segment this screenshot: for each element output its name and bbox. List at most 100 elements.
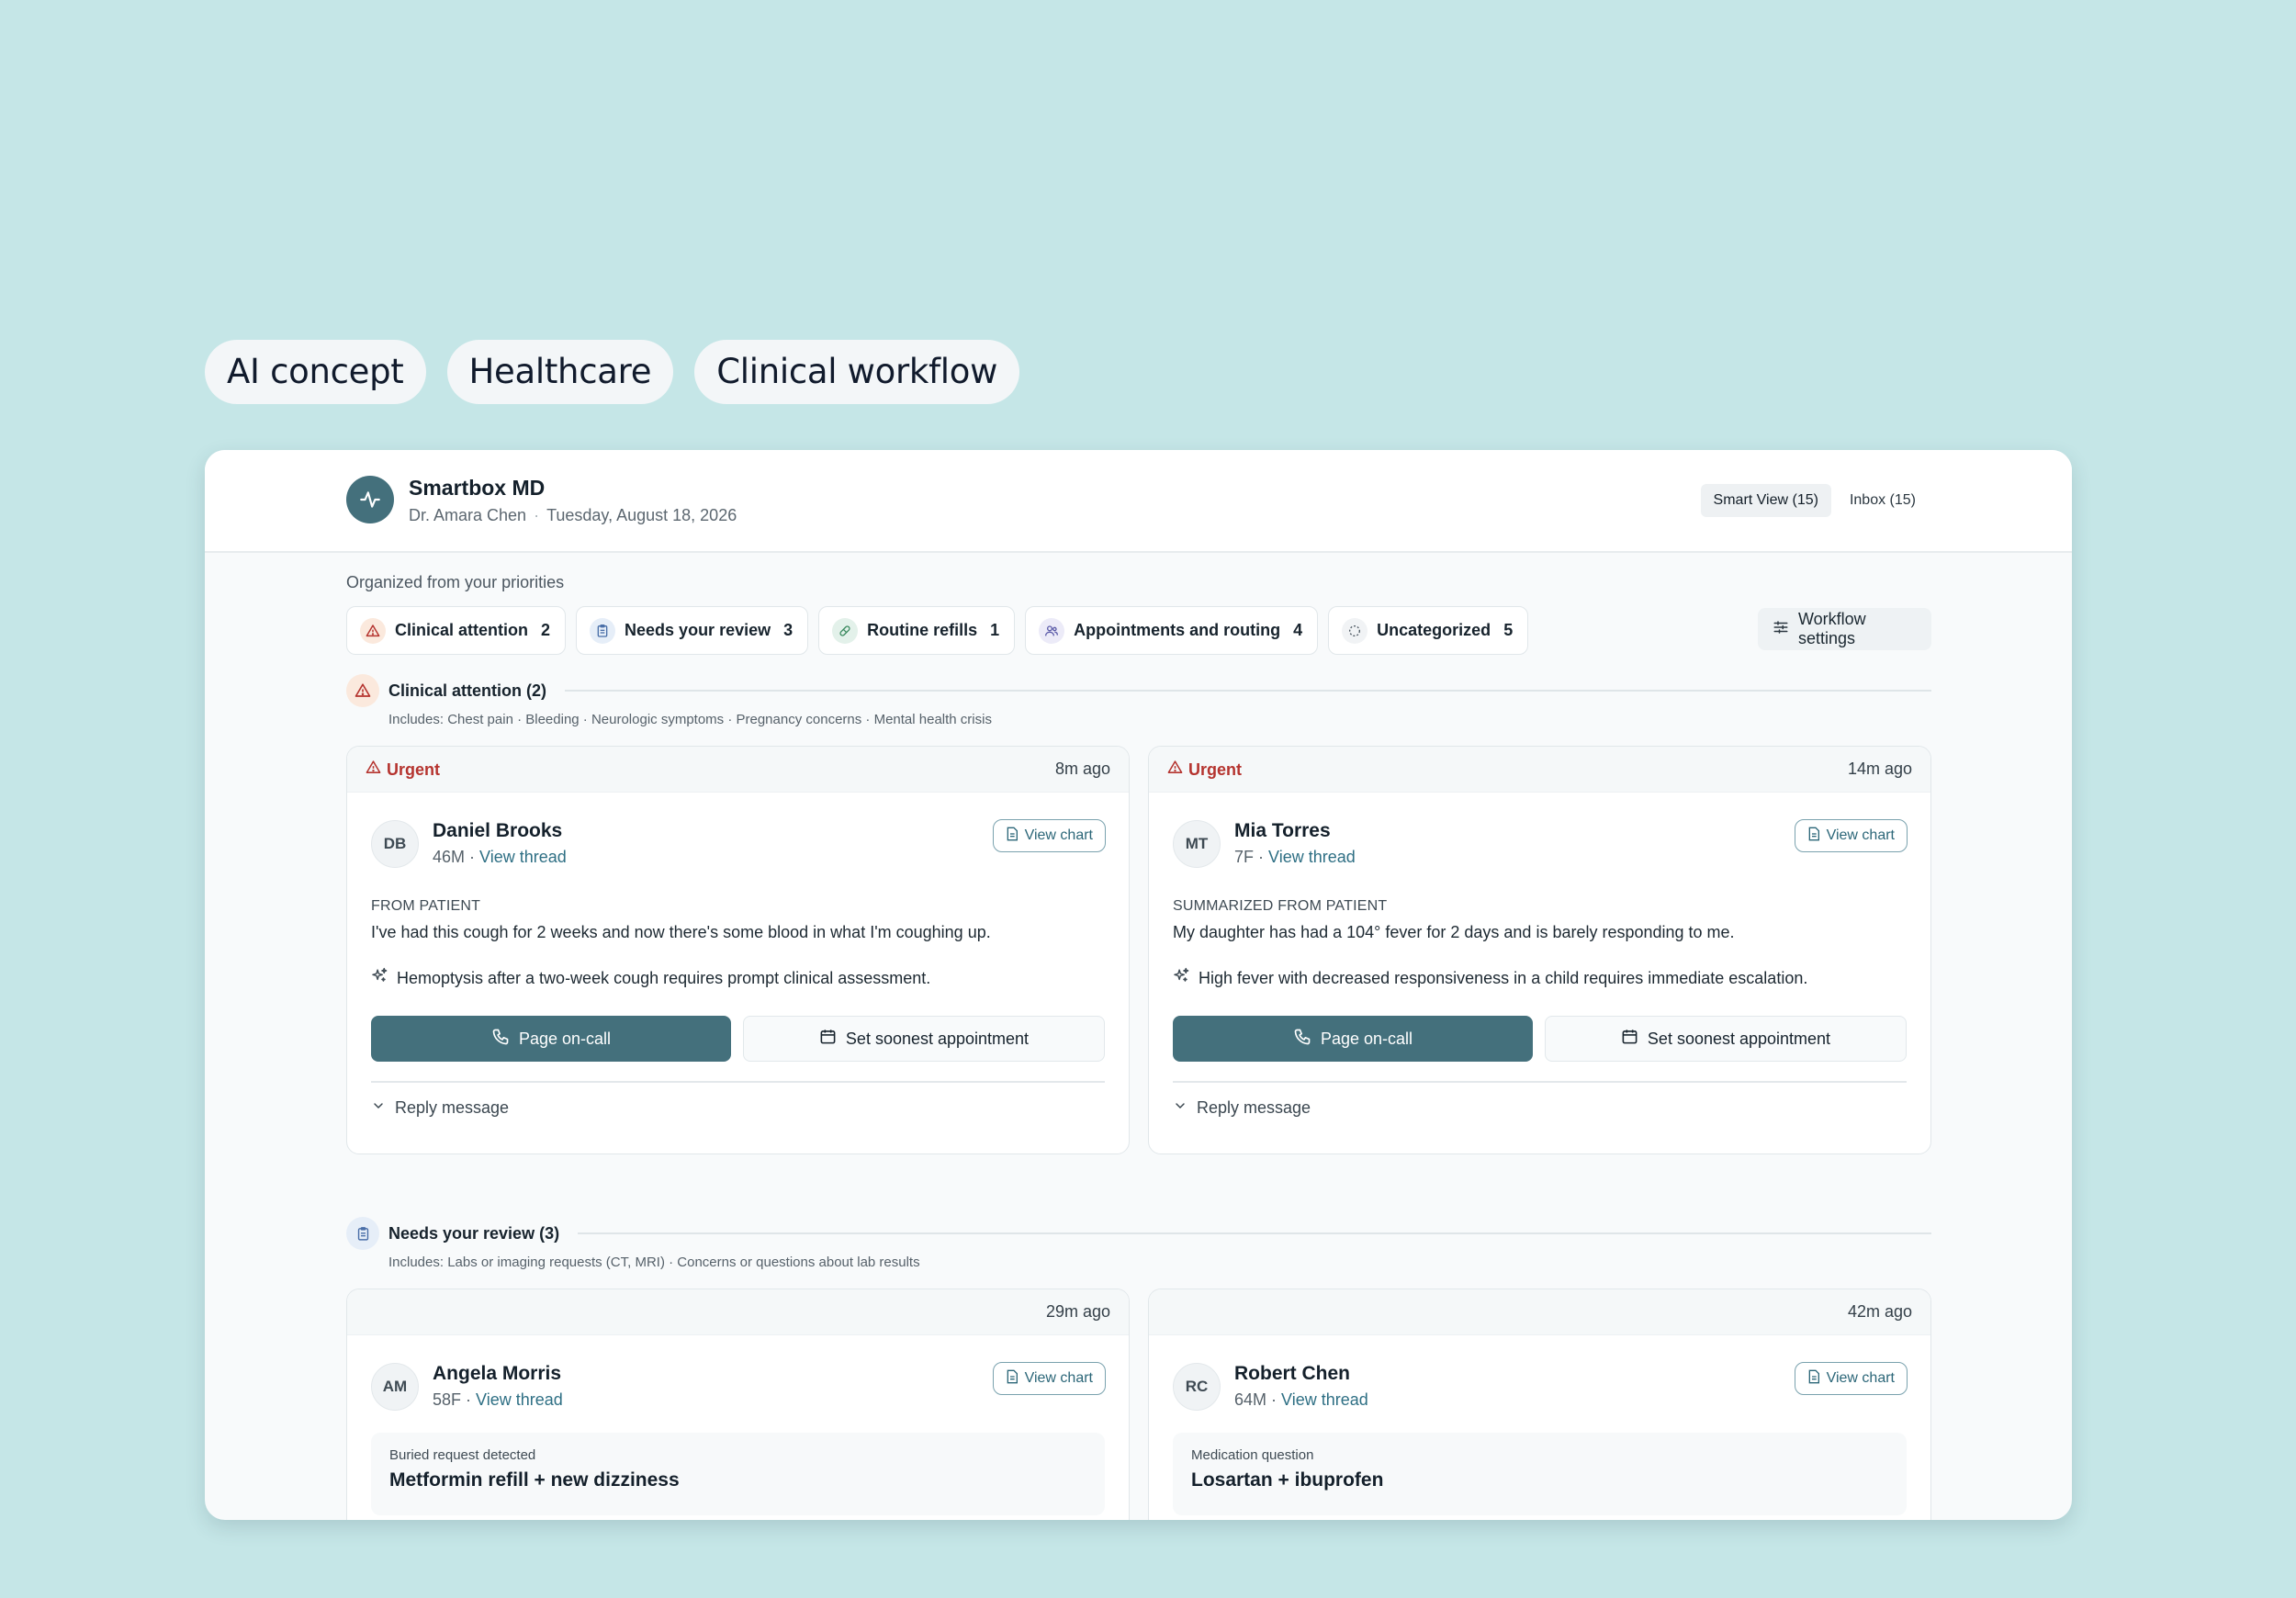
ai-summary: High fever with decreased responsiveness…	[1173, 967, 1807, 989]
avatar: AM	[371, 1363, 419, 1411]
patient-name: Daniel Brooks	[433, 820, 563, 841]
organized-label: Organized from your priorities	[346, 573, 565, 591]
avatar: RC	[1173, 1363, 1221, 1411]
view-chart-button[interactable]: View chart	[1794, 1362, 1908, 1395]
topic-tags: AI concept Healthcare Clinical workflow	[205, 340, 1020, 404]
clipboard-icon	[590, 617, 616, 644]
section-divider	[565, 690, 1931, 692]
people-icon	[1039, 617, 1065, 644]
category-filters: Clinical attention 2 Needs your review 3…	[346, 606, 1529, 655]
warning-icon	[346, 674, 379, 707]
phone-icon	[491, 1028, 510, 1051]
view-chart-button[interactable]: View chart	[992, 819, 1106, 852]
message-card: Urgent 8m ago DB Daniel Brooks 46M · Vie…	[346, 746, 1130, 1154]
page-on-call-button[interactable]: Page on-call	[1173, 1016, 1533, 1062]
request-label: Buried request detected	[389, 1447, 536, 1463]
filter-uncategorized[interactable]: Uncategorized 5	[1328, 606, 1529, 655]
page-on-call-button[interactable]: Page on-call	[371, 1016, 731, 1062]
sparkle-icon	[1173, 967, 1190, 989]
document-icon	[1006, 1369, 1019, 1389]
view-chart-button[interactable]: View chart	[1794, 819, 1908, 852]
section-needs-review: Needs your review (3)	[346, 1217, 1931, 1250]
message-source: SUMMARIZED FROM PATIENT	[1173, 898, 1388, 914]
message-card: Urgent 14m ago MT Mia Torres 7F · View t…	[1148, 746, 1931, 1154]
tag-clinical-workflow: Clinical workflow	[694, 340, 1020, 404]
section-title: Clinical attention (2)	[388, 681, 547, 700]
card-header: 42m ago	[1149, 1289, 1930, 1335]
reply-message-toggle[interactable]: Reply message	[1173, 1098, 1311, 1118]
message-card: 42m ago RC Robert Chen 64M · View thread…	[1148, 1289, 1931, 1520]
filter-routine-refills[interactable]: Routine refills 1	[818, 606, 1016, 655]
avatar: MT	[1173, 820, 1221, 868]
avatar: DB	[371, 820, 419, 868]
tab-smart-view[interactable]: Smart View (15)	[1700, 484, 1831, 517]
phone-icon	[1293, 1028, 1311, 1051]
chevron-down-icon	[1173, 1098, 1187, 1118]
filter-needs-review[interactable]: Needs your review 3	[576, 606, 809, 655]
request-title: Metformin refill + new dizziness	[389, 1469, 680, 1491]
workflow-settings-button[interactable]: Workflow settings	[1758, 608, 1931, 650]
app-subtitle: Dr. Amara Chen · Tuesday, August 18, 202…	[409, 506, 737, 524]
view-thread-link[interactable]: View thread	[1268, 848, 1356, 866]
dashed-circle-icon	[1342, 617, 1368, 644]
document-icon	[1807, 827, 1820, 846]
app-title: Smartbox MD	[409, 476, 546, 500]
card-divider	[371, 1081, 1105, 1083]
patient-name: Robert Chen	[1234, 1363, 1350, 1384]
sparkle-icon	[371, 967, 388, 989]
view-chart-button[interactable]: View chart	[992, 1362, 1106, 1395]
clipboard-icon	[346, 1217, 379, 1250]
document-icon	[1807, 1369, 1820, 1389]
urgent-badge: Urgent	[1167, 760, 1242, 780]
tag-healthcare: Healthcare	[446, 340, 674, 404]
message-time: 42m ago	[1847, 1302, 1912, 1321]
section-title: Needs your review (3)	[388, 1223, 560, 1243]
request-summary: Medication question Losartan + ibuprofen	[1173, 1433, 1907, 1515]
view-thread-link[interactable]: View thread	[1281, 1390, 1368, 1409]
patient-meta: 46M · View thread	[433, 848, 567, 866]
warning-icon	[1167, 760, 1183, 780]
ai-summary: Hemoptysis after a two-week cough requir…	[371, 967, 930, 989]
patient-message: I've had this cough for 2 weeks and now …	[371, 923, 991, 941]
view-thread-link[interactable]: View thread	[476, 1390, 563, 1409]
card-header: 29m ago	[347, 1289, 1129, 1335]
app-header: Smartbox MD Dr. Amara Chen · Tuesday, Au…	[205, 450, 2072, 553]
request-label: Medication question	[1191, 1447, 1314, 1463]
filter-clinical-attention[interactable]: Clinical attention 2	[346, 606, 567, 655]
doctor-name: Dr. Amara Chen	[409, 506, 527, 524]
urgent-badge: Urgent	[366, 760, 440, 780]
warning-icon	[366, 760, 381, 780]
message-source: FROM PATIENT	[371, 898, 481, 914]
message-time: 14m ago	[1847, 760, 1912, 778]
pill-icon	[832, 617, 859, 644]
section-includes: Includes: Labs or imaging requests (CT, …	[388, 1255, 920, 1270]
reply-message-toggle[interactable]: Reply message	[371, 1098, 509, 1118]
card-header: Urgent 14m ago	[1149, 747, 1930, 793]
document-icon	[1006, 827, 1019, 846]
pulse-logo-icon	[346, 476, 394, 523]
request-summary: Buried request detected Metformin refill…	[371, 1433, 1105, 1515]
calendar-icon	[819, 1028, 837, 1050]
warning-icon	[360, 617, 386, 644]
section-includes: Includes: Chest pain · Bleeding · Neurol…	[388, 712, 992, 727]
card-divider	[1173, 1081, 1907, 1083]
patient-name: Angela Morris	[433, 1363, 562, 1384]
card-header: Urgent 8m ago	[347, 747, 1129, 793]
set-soonest-appointment-button[interactable]: Set soonest appointment	[1545, 1016, 1907, 1062]
sliders-icon	[1773, 619, 1789, 640]
patient-meta: 58F · View thread	[433, 1390, 563, 1409]
current-date: Tuesday, August 18, 2026	[546, 506, 737, 524]
filter-appointments-routing[interactable]: Appointments and routing 4	[1025, 606, 1319, 655]
patient-meta: 64M · View thread	[1234, 1390, 1368, 1409]
app-window: Smartbox MD Dr. Amara Chen · Tuesday, Au…	[205, 450, 2072, 1520]
view-switcher: Smart View (15) Inbox (15)	[1700, 484, 1929, 517]
view-thread-link[interactable]: View thread	[479, 848, 567, 866]
request-title: Losartan + ibuprofen	[1191, 1469, 1384, 1491]
patient-message: My daughter has had a 104° fever for 2 d…	[1173, 923, 1735, 941]
section-divider	[578, 1232, 1931, 1234]
patient-meta: 7F · View thread	[1234, 848, 1356, 866]
tab-inbox[interactable]: Inbox (15)	[1837, 484, 1929, 517]
tag-ai-concept: AI concept	[205, 340, 426, 404]
message-time: 8m ago	[1054, 760, 1110, 778]
set-soonest-appointment-button[interactable]: Set soonest appointment	[743, 1016, 1105, 1062]
